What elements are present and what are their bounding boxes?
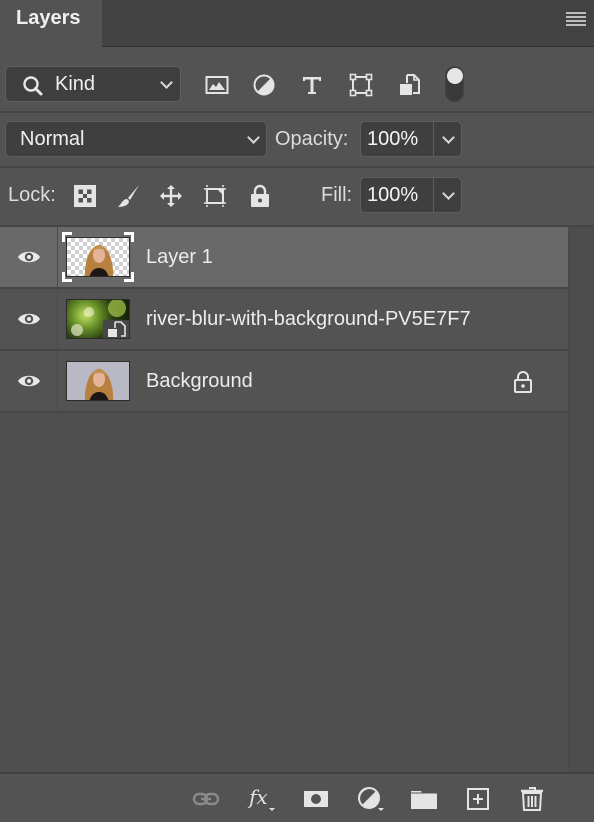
divider bbox=[0, 166, 594, 168]
adjustment-layer-filter-icon[interactable] bbox=[252, 73, 276, 97]
new-adjustment-layer-icon[interactable] bbox=[357, 786, 385, 812]
tab-layers-label: Layers bbox=[16, 7, 81, 29]
layers-panel: Kind Normal Opacity: 100% Lock: Fill: 10… bbox=[0, 47, 594, 822]
add-mask-icon[interactable] bbox=[302, 786, 330, 812]
smart-object-filter-icon[interactable] bbox=[398, 73, 422, 97]
lock-artboard-icon[interactable] bbox=[203, 184, 227, 208]
opacity-value: 100% bbox=[367, 128, 419, 150]
layer-row-river-blur[interactable]: river-blur-with-background-PV5E7F7 bbox=[0, 289, 568, 351]
green-blur-image bbox=[71, 300, 129, 338]
pixel-layer-filter-icon[interactable] bbox=[205, 73, 229, 97]
lock-image-pixels-icon[interactable] bbox=[117, 184, 141, 208]
lock-all-icon[interactable] bbox=[248, 184, 272, 208]
svg-text:fx: fx bbox=[247, 786, 268, 809]
layers-empty-area bbox=[0, 413, 568, 772]
eye-icon[interactable] bbox=[17, 373, 41, 389]
layer-name[interactable]: Layer 1 bbox=[146, 246, 213, 269]
portrait-image bbox=[84, 245, 114, 276]
visibility-column bbox=[0, 289, 58, 349]
new-group-icon[interactable] bbox=[410, 786, 438, 812]
selection-bracket bbox=[62, 232, 72, 242]
chevron-down-icon bbox=[248, 133, 258, 143]
selection-bracket bbox=[62, 272, 72, 282]
filter-kind-select[interactable]: Kind bbox=[5, 66, 181, 102]
lock-transparent-pixels-icon[interactable] bbox=[73, 184, 97, 208]
delete-layer-icon[interactable] bbox=[518, 786, 546, 812]
new-layer-icon[interactable] bbox=[464, 786, 492, 812]
layer-name[interactable]: Background bbox=[146, 370, 253, 393]
layers-list: Layer 1 river-blur-with-background-PV5E7… bbox=[0, 227, 568, 413]
layer-row-background[interactable]: Background bbox=[0, 351, 568, 413]
layer-thumbnail[interactable] bbox=[66, 237, 130, 277]
fill-label: Fill: bbox=[321, 184, 353, 206]
panel-menu-icon[interactable] bbox=[566, 12, 586, 28]
fx-icon[interactable]: fx bbox=[247, 786, 275, 812]
fill-dropdown-chevron-icon[interactable] bbox=[443, 189, 453, 199]
lock-position-icon[interactable] bbox=[159, 184, 183, 208]
opacity-field[interactable]: 100% bbox=[360, 121, 462, 157]
layers-footer-toolbar: fx bbox=[0, 772, 594, 822]
lock-label: Lock: bbox=[8, 184, 56, 206]
layer-row-layer-1[interactable]: Layer 1 bbox=[0, 227, 568, 289]
layer-lock-icon[interactable] bbox=[513, 371, 533, 393]
panel-tab-bar: Layers bbox=[0, 0, 594, 47]
divider bbox=[433, 178, 434, 212]
chevron-down-icon bbox=[161, 78, 171, 88]
type-layer-filter-icon[interactable] bbox=[300, 73, 324, 97]
opacity-label: Opacity: bbox=[275, 128, 349, 150]
selection-bracket bbox=[124, 272, 134, 282]
filter-toggle-switch[interactable] bbox=[445, 66, 464, 102]
fill-value: 100% bbox=[367, 184, 419, 206]
divider bbox=[0, 111, 594, 113]
scrollbar-track[interactable] bbox=[568, 227, 594, 772]
shape-layer-filter-icon[interactable] bbox=[349, 73, 373, 97]
visibility-column bbox=[0, 227, 58, 287]
search-icon bbox=[23, 76, 43, 96]
tab-bar-empty bbox=[102, 0, 594, 47]
divider bbox=[433, 122, 434, 156]
blend-mode-value: Normal bbox=[20, 128, 85, 150]
visibility-column bbox=[0, 351, 58, 411]
eye-icon[interactable] bbox=[17, 311, 41, 327]
filter-kind-label: Kind bbox=[55, 73, 96, 95]
selection-bracket bbox=[124, 232, 134, 242]
fill-field[interactable]: 100% bbox=[360, 177, 462, 213]
blend-mode-select[interactable]: Normal bbox=[5, 121, 267, 157]
portrait-image bbox=[84, 369, 114, 400]
link-layers-icon[interactable] bbox=[192, 786, 220, 812]
eye-icon[interactable] bbox=[17, 249, 41, 265]
layer-name[interactable]: river-blur-with-background-PV5E7F7 bbox=[146, 308, 471, 331]
layer-thumbnail[interactable] bbox=[66, 361, 130, 401]
opacity-dropdown-chevron-icon[interactable] bbox=[443, 133, 453, 143]
tab-layers[interactable]: Layers bbox=[0, 0, 102, 47]
layer-thumbnail[interactable] bbox=[66, 299, 130, 339]
